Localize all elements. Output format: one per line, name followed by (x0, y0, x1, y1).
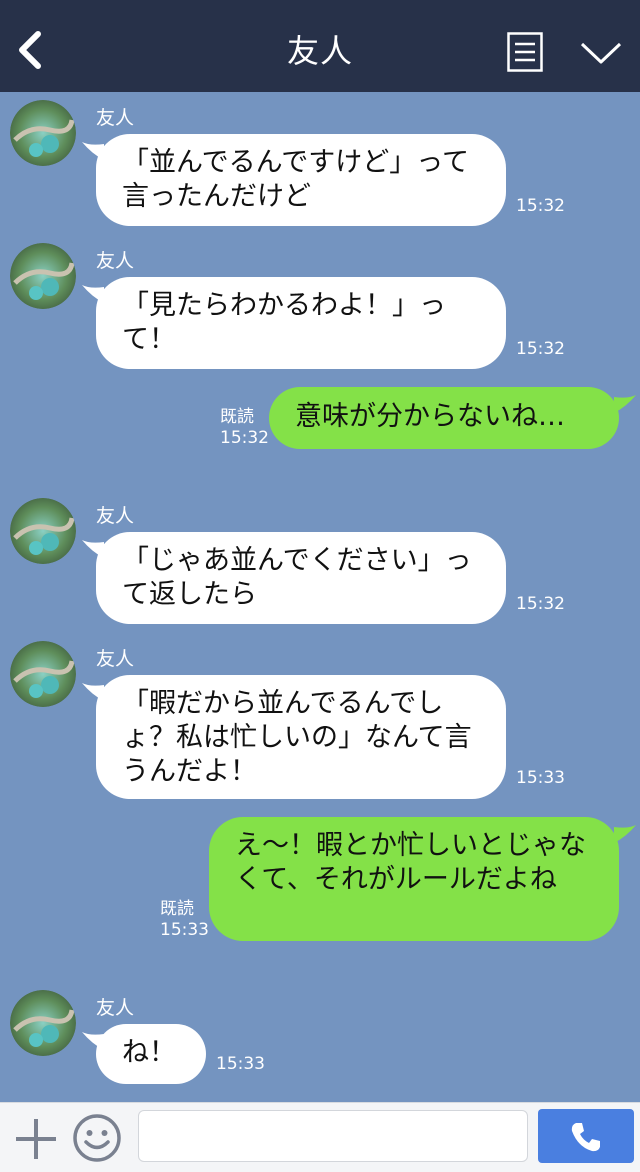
menu-icon[interactable] (507, 32, 543, 72)
message-time: 15:32 (516, 196, 565, 216)
avatar[interactable] (10, 100, 76, 166)
avatar[interactable] (10, 641, 76, 707)
smile-icon[interactable] (72, 1113, 122, 1163)
phone-icon (571, 1123, 600, 1152)
chevron-down-icon[interactable] (580, 40, 622, 66)
message-time: 15:33 (160, 920, 209, 940)
call-button[interactable] (538, 1109, 634, 1163)
sender-name: 友人 (96, 997, 135, 1019)
sender-name: 友人 (96, 648, 135, 670)
chat-header: 友人 (0, 0, 640, 92)
message-time: 15:33 (216, 1054, 265, 1074)
input-bar (0, 1102, 640, 1172)
message-bubble[interactable]: え〜！暇とか忙しいとじゃなくて、それがルールだよね (209, 817, 619, 941)
message-bubble[interactable]: ね！ (96, 1024, 206, 1084)
avatar[interactable] (10, 243, 76, 309)
bubble-tail (614, 395, 636, 413)
message-bubble[interactable]: 「暇だから並んでるんでしょ？私は忙しいの」なんて言うんだよ！ (96, 675, 506, 799)
avatar[interactable] (10, 498, 76, 564)
message-bubble[interactable]: 「じゃあ並んでください」って返したら (96, 532, 506, 624)
message-time: 15:32 (516, 594, 565, 614)
message-bubble[interactable]: 意味が分からないね… (269, 387, 619, 449)
sender-name: 友人 (96, 250, 135, 272)
message-input[interactable] (138, 1110, 528, 1162)
chat-title: 友人 (286, 32, 353, 70)
sender-name: 友人 (96, 505, 135, 527)
read-receipt: 既読 15:33 (160, 899, 209, 941)
sender-name: 友人 (96, 107, 135, 129)
message-bubble[interactable]: 「並んでるんですけど」って言ったんだけど (96, 134, 506, 226)
read-label: 既読 (160, 899, 194, 919)
message-time: 15:32 (516, 339, 565, 359)
bubble-tail (614, 825, 636, 843)
message-time: 15:33 (516, 768, 565, 788)
read-label: 既読 (220, 407, 254, 427)
avatar[interactable] (10, 990, 76, 1056)
message-time: 15:32 (220, 428, 269, 448)
read-receipt: 既読 15:32 (220, 407, 269, 449)
message-bubble[interactable]: 「見たらわかるわよ！」って！ (96, 277, 506, 369)
plus-icon[interactable] (14, 1117, 58, 1161)
